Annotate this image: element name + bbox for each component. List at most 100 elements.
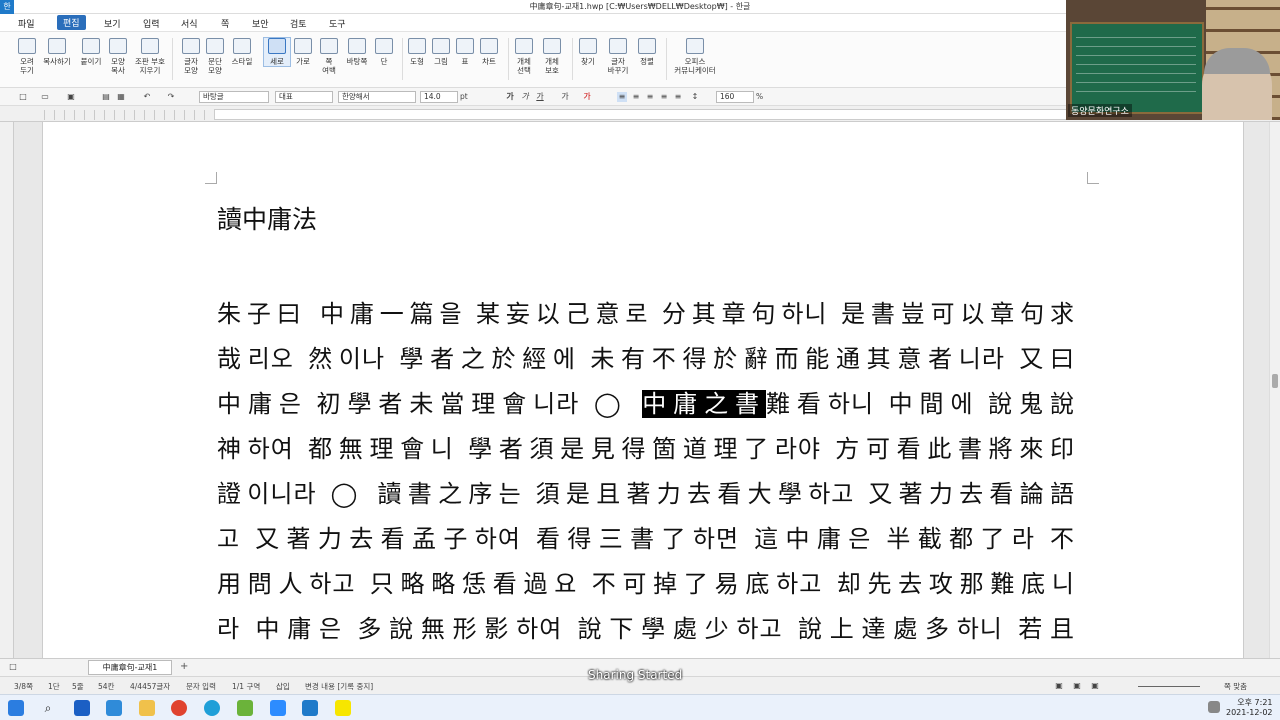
windows-start-icon[interactable]	[8, 700, 24, 716]
text-line[interactable]: 哉리오 然이나 學者之於經에 未有不得於辭而能通其意者니라 又曰	[217, 339, 1075, 384]
status-count: 4/4457글자	[130, 682, 171, 691]
menu-format[interactable]: 서식	[181, 17, 198, 30]
menu-tools[interactable]: 도구	[329, 17, 346, 30]
file-explorer-icon[interactable]	[139, 700, 155, 716]
menu-insert[interactable]: 입력	[143, 17, 160, 30]
document-title[interactable]: 讀中庸法	[217, 200, 317, 236]
edge-icon[interactable]	[204, 700, 220, 716]
size-unit: pt	[460, 92, 468, 101]
menu-edit[interactable]: 편집	[57, 15, 86, 30]
sort-button[interactable]: 정렬	[630, 38, 664, 66]
align-center-icon[interactable]: ≡	[659, 92, 669, 102]
line-spacing-icon[interactable]: ↕	[690, 92, 700, 102]
chart-button[interactable]: 차트	[472, 38, 506, 66]
style-select[interactable]: 바탕글	[199, 91, 269, 103]
kakaotalk-icon[interactable]	[335, 700, 351, 716]
italic-icon[interactable]: 가	[520, 92, 530, 102]
status-line: 5줄	[72, 682, 84, 691]
text-line[interactable]: 라 中庸은 多說無形影하여 說下學處少하고 說上達處多하니 若且	[217, 609, 1075, 654]
chart-icon	[480, 38, 498, 54]
style-button[interactable]: 스타일	[225, 38, 259, 66]
view-page-icon[interactable]: ▣	[1090, 681, 1100, 691]
clear-code-button[interactable]: 조판 부호 지우기	[133, 38, 167, 75]
tab-document[interactable]: 中庸章句-교재1	[88, 660, 172, 675]
underline-icon[interactable]: 가	[535, 92, 545, 102]
mail-icon[interactable]	[74, 700, 90, 716]
sort-icon	[638, 38, 656, 54]
open-folder-icon[interactable]: ▭	[40, 92, 50, 102]
search-icon[interactable]: ⌕	[40, 700, 56, 716]
scroll-thumb[interactable]	[1272, 374, 1278, 388]
zoom-slider[interactable]	[1138, 686, 1200, 687]
bold-icon[interactable]: 가	[505, 92, 515, 102]
document-page[interactable]: 讀中庸法 朱子曰 中庸一篇을 某妄以己意로 分其章句하니 是書豈可以章句求 哉리…	[42, 122, 1244, 658]
font-lang-select[interactable]: 대표	[275, 91, 333, 103]
communicator-button[interactable]: 오피스 커뮤니케이터	[668, 38, 722, 75]
protect-object-button[interactable]: 개체 보호	[535, 38, 569, 75]
font-size-input[interactable]: 14.0	[420, 91, 458, 103]
ribbon-separator	[666, 38, 667, 80]
pen-icon[interactable]	[1208, 701, 1220, 713]
font-color-icon[interactable]: 가	[582, 92, 592, 102]
redo-icon[interactable]: ↷	[166, 92, 176, 102]
save-icon[interactable]: ▣	[66, 92, 76, 102]
text-line[interactable]: 朱子曰 中庸一篇을 某妄以己意로 分其章句하니 是書豈可以章句求	[217, 294, 1075, 339]
selected-text[interactable]: 中庸之書	[642, 390, 766, 418]
replace-icon	[609, 38, 627, 54]
store-icon[interactable]	[106, 700, 122, 716]
text-line[interactable]: 證이니라 ◯ 讀書之序는 須是且著力去看大學하고 又著力去看論語	[217, 474, 1075, 519]
vertical-scrollbar[interactable]	[1269, 122, 1280, 658]
columns-button[interactable]: 단	[367, 38, 401, 66]
view-web-icon[interactable]: ▣	[1072, 681, 1082, 691]
clock-date: 2021-12-02	[1226, 708, 1273, 717]
status-insert[interactable]: 삽입	[276, 681, 290, 692]
cut-icon	[18, 38, 36, 54]
tab-list-icon[interactable]: □	[8, 662, 18, 672]
clear-code-icon	[141, 38, 159, 54]
undo-icon[interactable]: ↶	[142, 92, 152, 102]
zoom-input[interactable]: 160	[716, 91, 754, 103]
align-distribute-icon[interactable]: ≡	[673, 92, 683, 102]
clock-time: 오후 7:21	[1237, 698, 1273, 707]
menu-review[interactable]: 검토	[290, 17, 307, 30]
menu-file[interactable]: 파일	[18, 17, 35, 30]
align-left-icon[interactable]: ≡	[631, 92, 641, 102]
master-page-icon	[348, 38, 366, 54]
preview-icon[interactable]: ▦	[116, 92, 126, 102]
align-right-icon[interactable]: ≡	[645, 92, 655, 102]
menu-page[interactable]: 쪽	[221, 17, 229, 30]
page-corner-mark	[1087, 172, 1099, 184]
chrome-icon[interactable]	[171, 700, 187, 716]
status-track-changes[interactable]: 변경 내용 [기록 중지]	[305, 681, 373, 692]
status-fit-page[interactable]: 쪽 맞춤	[1224, 681, 1247, 692]
text-line[interactable]: 中庸은 初學者未當理會니라 ◯ 中庸之書難看하니 中間에 說鬼說	[217, 384, 1075, 429]
document-body[interactable]: 朱子曰 中庸一篇을 某妄以己意로 分其章句하니 是書豈可以章句求 哉리오 然이나…	[217, 294, 1075, 654]
align-justify-icon[interactable]: ≡	[617, 92, 627, 102]
view-normal-icon[interactable]: ▣	[1054, 681, 1064, 691]
add-tab-button[interactable]: +	[180, 661, 188, 672]
find-button[interactable]: 찾기	[571, 38, 605, 66]
system-clock[interactable]: 오후 7:21 2021-12-02	[1226, 697, 1273, 717]
style-icon	[233, 38, 251, 54]
menu-security[interactable]: 보안	[252, 17, 269, 30]
menu-view[interactable]: 보기	[104, 17, 121, 30]
vertical-ruler[interactable]	[0, 122, 14, 658]
status-section[interactable]: 1/1 구역	[232, 681, 260, 692]
print-icon[interactable]: ▤	[101, 92, 111, 102]
copy-button[interactable]: 복사하기	[40, 38, 74, 66]
document-canvas[interactable]: 讀中庸法 朱子曰 中庸一篇을 某妄以己意로 分其章句하니 是書豈可以章句求 哉리…	[14, 122, 1269, 658]
video-thumbnail[interactable]: 동양문화연구소	[1066, 0, 1280, 120]
text-line[interactable]: 神하여 都無理會니 學者須是見得箇道理了라야 方可看此書將來印	[217, 429, 1075, 474]
new-doc-icon[interactable]: □	[18, 92, 28, 102]
font-select[interactable]: 한양해서	[338, 91, 416, 103]
portrait-icon	[268, 38, 286, 54]
hwp-icon[interactable]	[302, 700, 318, 716]
status-page[interactable]: 3/8쪽	[14, 681, 33, 692]
text-line[interactable]: 用問人하고 只略略恁看過요 不可掉了易底하고 却先去攻那難底니	[217, 564, 1075, 609]
zoom-app-icon[interactable]	[270, 700, 286, 716]
cut-button[interactable]: 오려 두기	[10, 38, 44, 75]
format-copy-button[interactable]: 모양 복사	[101, 38, 135, 75]
notes-icon[interactable]	[237, 700, 253, 716]
strike-icon[interactable]: 가	[560, 92, 570, 102]
text-line[interactable]: 고 又著力去看孟子하여 看得三書了하면 這中庸은 半截都了라 不	[217, 519, 1075, 564]
